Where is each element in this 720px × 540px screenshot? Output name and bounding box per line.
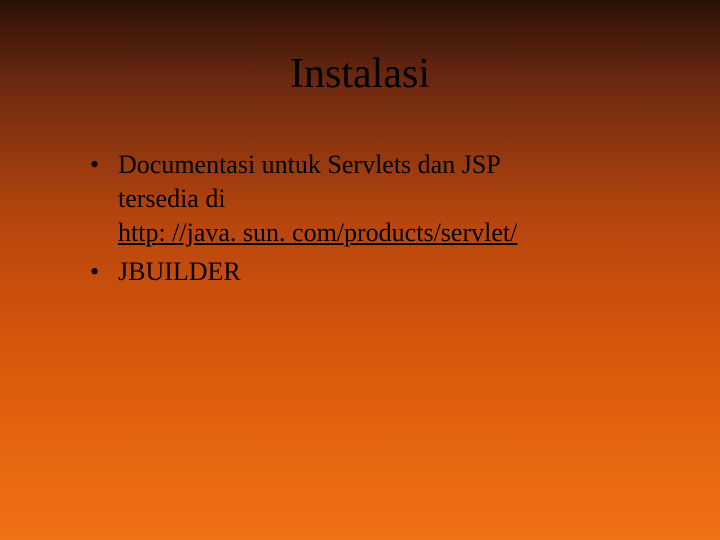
bullet-link[interactable]: http: //java. sun. com/products/servlet/: [118, 216, 660, 250]
bullet-item: Documentasi untuk Servlets dan JSP terse…: [90, 148, 660, 249]
bullet-text-line2: tersedia di: [118, 182, 660, 216]
bullet-text: JBUILDER: [118, 257, 241, 286]
bullet-text-line1: Documentasi untuk Servlets dan JSP: [118, 150, 501, 179]
slide-title: Instalasi: [60, 50, 660, 98]
bullet-list: Documentasi untuk Servlets dan JSP terse…: [90, 148, 660, 289]
slide-container: Instalasi Documentasi untuk Servlets dan…: [0, 0, 720, 540]
slide-content: Documentasi untuk Servlets dan JSP terse…: [60, 148, 660, 289]
bullet-item: JBUILDER: [90, 255, 660, 289]
